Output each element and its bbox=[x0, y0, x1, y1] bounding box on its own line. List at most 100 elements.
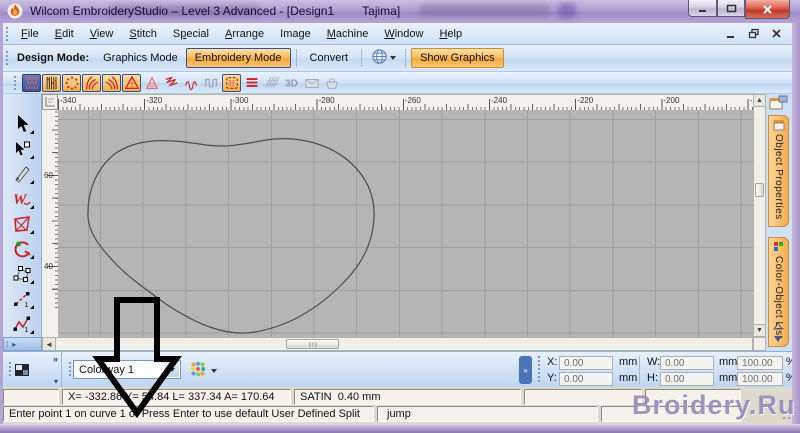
toolbar-grip[interactable] bbox=[13, 76, 18, 90]
fill-digitize-tool[interactable] bbox=[9, 211, 35, 236]
mdi-close-icon[interactable] bbox=[771, 28, 782, 39]
h-unit-label: mm bbox=[719, 372, 737, 384]
graphics-mode-button[interactable]: Graphics Mode bbox=[95, 49, 186, 67]
machine-format-button[interactable] bbox=[367, 48, 400, 68]
close-button[interactable] bbox=[745, 0, 790, 19]
program-split-icon[interactable] bbox=[222, 74, 241, 92]
satin-stitch-icon[interactable] bbox=[242, 74, 261, 92]
measure-tool[interactable] bbox=[9, 161, 35, 186]
scroll-down-icon[interactable]: ▼ bbox=[754, 324, 765, 336]
x-position-field[interactable]: 0.00 bbox=[559, 356, 613, 370]
tab-object-properties[interactable]: Object Properties bbox=[768, 115, 789, 227]
w-label: W: bbox=[647, 356, 660, 368]
weave-fill-icon[interactable] bbox=[22, 74, 41, 92]
tab-label: Object Properties bbox=[773, 134, 784, 220]
menu-machine[interactable]: Machine bbox=[319, 25, 377, 43]
svg-text:W: W bbox=[13, 192, 28, 208]
menu-window[interactable]: Window bbox=[376, 25, 431, 43]
flyout-indicator bbox=[30, 230, 34, 234]
menu-stitch[interactable]: Stitch bbox=[121, 25, 165, 43]
h-ruler-label: -240 bbox=[491, 96, 507, 105]
w-size-field[interactable]: 0.00 bbox=[660, 356, 714, 370]
cross-hatch-icon bbox=[262, 74, 281, 92]
vertical-ruler: 6040 bbox=[42, 110, 58, 337]
show-graphics-button[interactable]: Show Graphics bbox=[411, 48, 504, 68]
envelope-icon bbox=[302, 74, 321, 92]
dock-expand-handle[interactable]: » bbox=[519, 356, 532, 384]
square-stitch-icon bbox=[202, 74, 221, 92]
complex-fill-tool[interactable] bbox=[9, 236, 35, 261]
toolbar-options-icon[interactable]: ▾ bbox=[54, 377, 58, 386]
overflow-chevron-icon[interactable]: » bbox=[53, 354, 58, 364]
scale-y-field[interactable]: 100.00 bbox=[737, 372, 783, 386]
separator bbox=[639, 356, 640, 384]
vertical-scroll-thumb[interactable] bbox=[755, 183, 764, 197]
convert-button[interactable]: Convert bbox=[302, 49, 357, 67]
svg-text:1: 1 bbox=[25, 302, 29, 309]
toolbar-grip[interactable] bbox=[537, 356, 542, 384]
scrollbar-corner bbox=[753, 337, 766, 351]
annotation-arrow bbox=[90, 292, 190, 420]
menu-file[interactable]: File bbox=[13, 25, 47, 43]
maximize-button[interactable] bbox=[717, 0, 745, 17]
globe-icon bbox=[371, 48, 388, 68]
scale-x-field[interactable]: 100.00 bbox=[737, 356, 783, 370]
y-label: Y: bbox=[547, 372, 557, 384]
reshape-tool[interactable] bbox=[9, 136, 35, 161]
window-border-left bbox=[0, 23, 3, 433]
menu-arrange[interactable]: Arrange bbox=[217, 25, 272, 43]
mdi-minimize-icon[interactable] bbox=[725, 28, 736, 39]
triple-run-tool[interactable]: 1 bbox=[9, 311, 35, 336]
tab-pager bbox=[773, 322, 783, 343]
menu-image[interactable]: Image bbox=[272, 25, 319, 43]
toolbox-overflow-bar[interactable]: ⁞▸ bbox=[3, 337, 42, 351]
gradient-fill-icon[interactable] bbox=[142, 74, 161, 92]
title-bar: Wilcom EmbroideryStudio – Level 3 Advanc… bbox=[0, 0, 800, 23]
toolbar-grip[interactable] bbox=[5, 51, 10, 65]
mdi-window-controls bbox=[725, 28, 792, 39]
fancy-fill-icon[interactable] bbox=[82, 74, 101, 92]
scroll-up-icon[interactable]: ▲ bbox=[754, 95, 765, 107]
window-border-bottom bbox=[0, 424, 800, 433]
embroidery-mode-button[interactable]: Embroidery Mode bbox=[186, 48, 291, 68]
h-ruler-label: -320 bbox=[146, 96, 162, 105]
h-ruler-label: -300 bbox=[232, 96, 248, 105]
dock-window-icon[interactable] bbox=[769, 95, 789, 111]
stitch-type-status: SATIN 0.40 mm bbox=[294, 389, 521, 405]
h-ruler-label: -220 bbox=[577, 96, 593, 105]
menu-special[interactable]: Special bbox=[165, 25, 217, 43]
window-title: Wilcom EmbroideryStudio – Level 3 Advanc… bbox=[30, 4, 400, 18]
bitmap-dock: » ▾ bbox=[3, 352, 62, 388]
motif-fill-icon[interactable] bbox=[62, 74, 81, 92]
run-stitch-tool[interactable]: 1 bbox=[9, 286, 35, 311]
contour-fill-icon[interactable] bbox=[122, 74, 141, 92]
pager-up-icon[interactable] bbox=[773, 322, 783, 330]
feather-fill-icon[interactable] bbox=[102, 74, 121, 92]
y-position-field[interactable]: 0.00 bbox=[559, 372, 613, 386]
toolbar-grip[interactable] bbox=[5, 27, 10, 41]
chevron-down-icon bbox=[211, 369, 217, 373]
lettering-tool[interactable]: W bbox=[9, 186, 35, 211]
pager-down-icon[interactable] bbox=[773, 335, 783, 343]
flyout-indicator bbox=[30, 255, 34, 259]
three-d-icon: 3D bbox=[282, 74, 301, 92]
e-stitch-icon[interactable] bbox=[182, 74, 201, 92]
menu-help[interactable]: Help bbox=[431, 25, 470, 43]
menu-edit[interactable]: Edit bbox=[47, 25, 82, 43]
select-tool[interactable] bbox=[9, 111, 35, 136]
vertical-scrollbar[interactable]: ▲ ▼ bbox=[753, 94, 766, 337]
horizontal-scroll-thumb[interactable] bbox=[286, 339, 339, 349]
minimize-button[interactable] bbox=[688, 0, 717, 17]
mdi-restore-icon[interactable] bbox=[748, 28, 759, 39]
tatami-fill-icon[interactable] bbox=[42, 74, 61, 92]
ruler-origin-box[interactable] bbox=[42, 94, 58, 110]
zigzag-stitch-icon[interactable] bbox=[162, 74, 181, 92]
outline-digitize-tool[interactable] bbox=[9, 261, 35, 286]
scroll-left-icon[interactable]: ◄ bbox=[43, 338, 56, 350]
h-size-field[interactable]: 0.00 bbox=[660, 372, 714, 386]
y-unit-label: mm bbox=[619, 372, 637, 384]
colorway-palette-button[interactable] bbox=[189, 360, 217, 381]
menu-bar: FileEditViewStitchSpecialArrangeImageMac… bbox=[3, 23, 792, 45]
menu-view[interactable]: View bbox=[82, 25, 122, 43]
bitmap-icon[interactable] bbox=[13, 361, 31, 379]
